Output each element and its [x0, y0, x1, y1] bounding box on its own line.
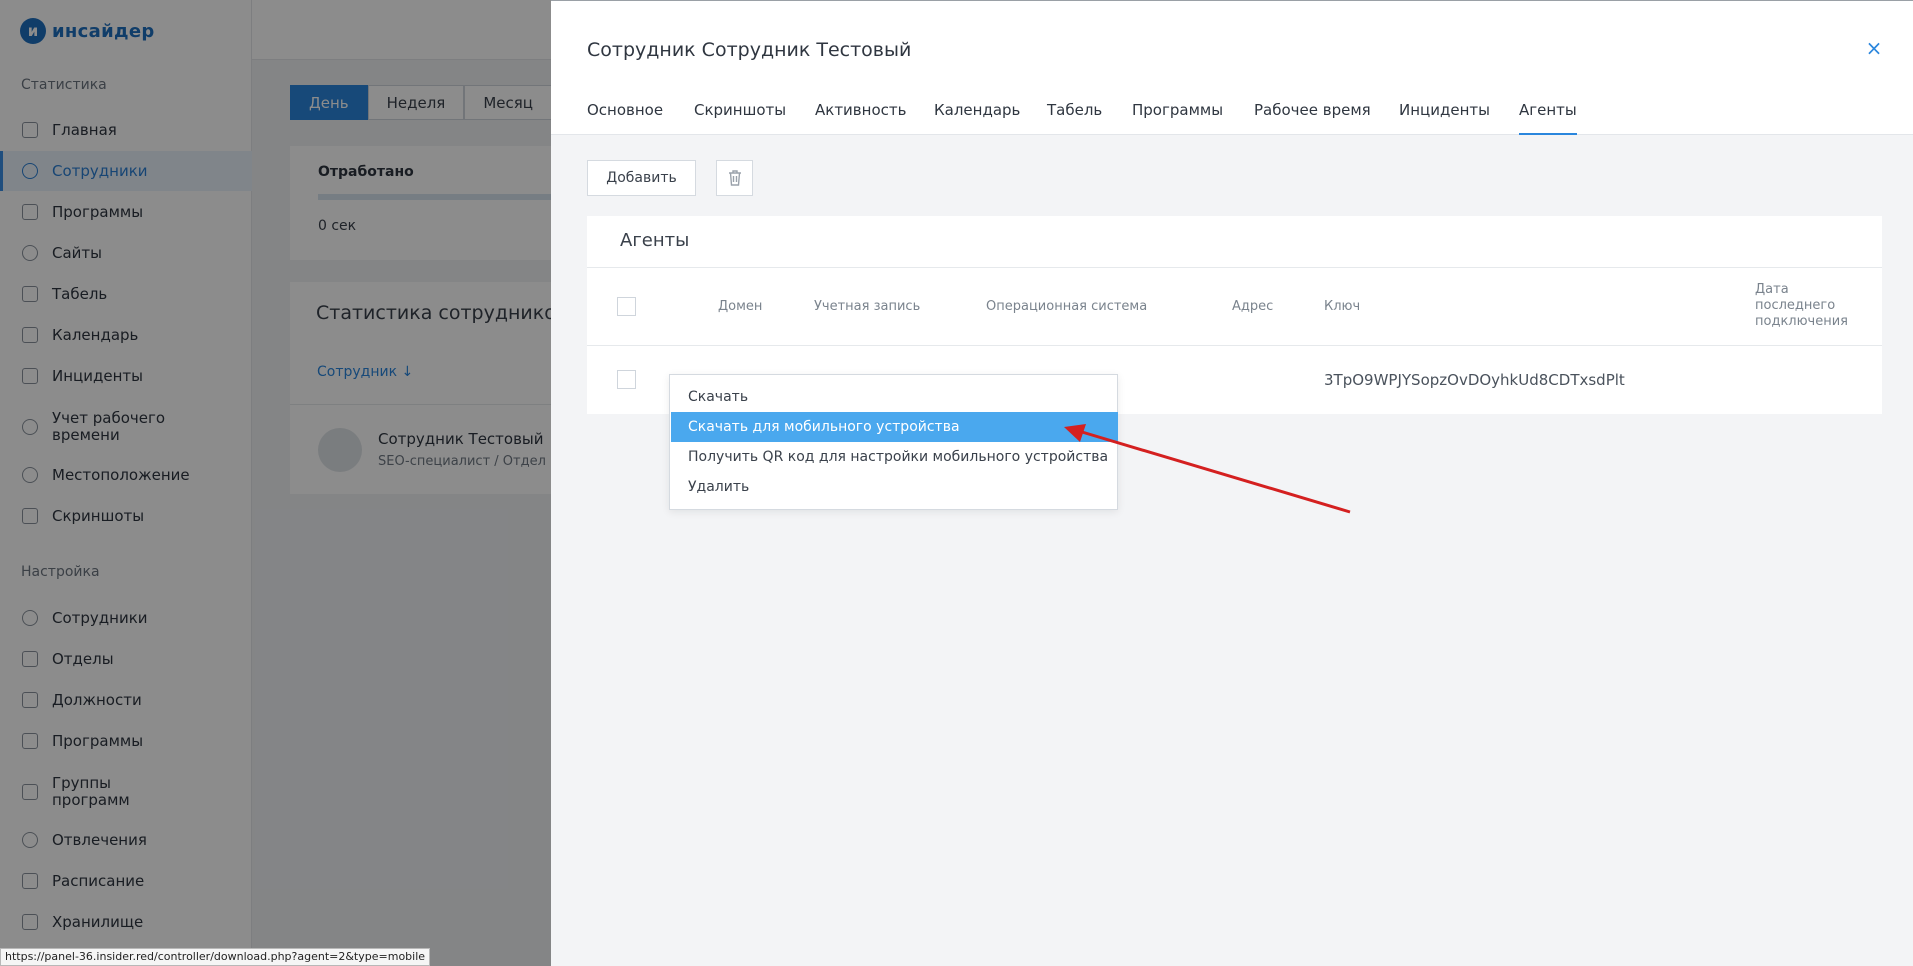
agent-context-menu: Скачать Скачать для мобильного устройств…: [669, 374, 1118, 510]
agent-key: 3TpO9WPJYSopzOvDOyhkUd8CDTxsdPlt: [1324, 371, 1625, 389]
tab-timesheet[interactable]: Табель: [1047, 101, 1102, 135]
tab-main[interactable]: Основное: [587, 101, 663, 135]
trash-icon: [728, 170, 741, 186]
divider: [587, 267, 1882, 268]
tab-activity[interactable]: Активность: [815, 101, 906, 135]
menu-item-download[interactable]: Скачать: [671, 382, 1118, 412]
row-checkbox[interactable]: [617, 370, 636, 389]
tab-programs[interactable]: Программы: [1132, 101, 1223, 135]
column-os: Операционная система: [986, 299, 1148, 314]
status-bar-url: https://panel-36.insider.red/controller/…: [0, 948, 431, 966]
menu-item-download-mobile[interactable]: Скачать для мобильного устройства: [671, 412, 1118, 442]
close-icon[interactable]: ×: [1863, 37, 1885, 59]
menu-item-get-qr-code[interactable]: Получить QR код для настройки мобильного…: [671, 442, 1118, 472]
agents-title: Агенты: [620, 230, 690, 251]
column-key: Ключ: [1324, 299, 1361, 314]
delete-button[interactable]: [716, 160, 753, 196]
tab-worktime[interactable]: Рабочее время: [1254, 101, 1371, 135]
column-account: Учетная запись: [814, 299, 921, 314]
drawer-tabs: Основное Скриншоты Активность Календарь …: [551, 85, 1913, 135]
drawer-header: Сотрудник Сотрудник Тестовый ×: [551, 1, 1913, 85]
select-all-checkbox[interactable]: [617, 297, 636, 316]
tab-agents[interactable]: Агенты: [1519, 101, 1577, 135]
tab-incidents[interactable]: Инциденты: [1399, 101, 1490, 135]
column-address: Адрес: [1232, 299, 1274, 314]
column-domain: Домен: [718, 299, 763, 314]
tab-screenshots[interactable]: Скриншоты: [694, 101, 786, 135]
column-last-connection: Дата последнего подключения: [1755, 282, 1848, 329]
tab-calendar[interactable]: Календарь: [934, 101, 1020, 135]
menu-item-delete[interactable]: Удалить: [671, 472, 1118, 502]
drawer-title: Сотрудник Сотрудник Тестовый: [587, 39, 912, 61]
add-agent-button[interactable]: Добавить: [587, 160, 696, 196]
